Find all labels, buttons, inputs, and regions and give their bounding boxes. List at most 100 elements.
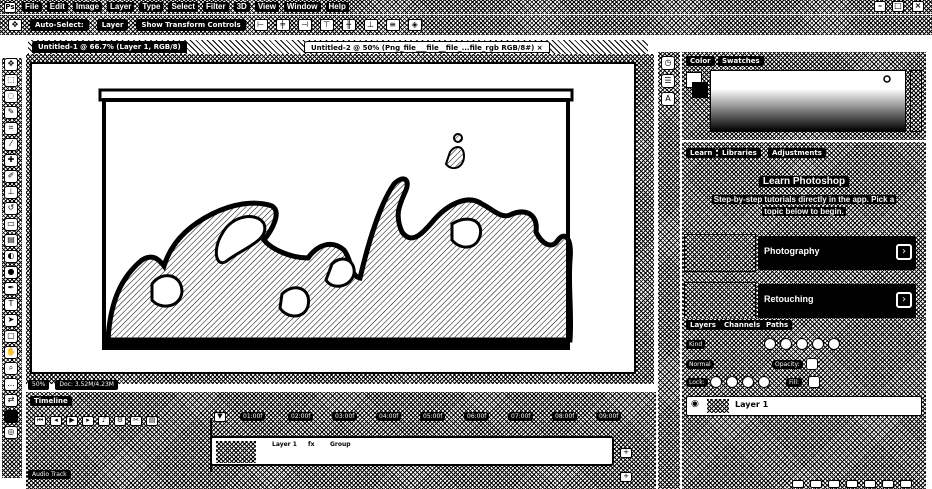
minimize-button[interactable]: – (874, 1, 886, 12)
link-layers-icon[interactable] (792, 480, 804, 488)
hue-slider[interactable] (910, 70, 922, 132)
eyedropper-tool-icon[interactable]: ⁄ (4, 138, 18, 151)
tab-swatches[interactable]: Swatches (718, 56, 764, 66)
filter-smart-object-icon[interactable] (828, 338, 840, 350)
blur-tool-icon[interactable]: ◐ (4, 250, 18, 263)
photography-button[interactable]: Photography › (758, 236, 916, 270)
background-color-swatch[interactable] (692, 82, 708, 98)
lock-pixels-icon[interactable] (726, 376, 738, 388)
path-selection-tool-icon[interactable]: ➤ (4, 314, 18, 327)
layer-name[interactable]: Layer 1 (735, 400, 768, 409)
maximize-button[interactable]: □ (892, 1, 904, 12)
history-brush-tool-icon[interactable]: ↺ (4, 202, 18, 215)
audio-icon[interactable]: ♪ (98, 416, 110, 426)
quick-mask-icon[interactable]: ◎ (4, 426, 18, 439)
align-right-icon[interactable]: ⊣ (297, 19, 312, 31)
brush-tool-icon[interactable]: ✐ (4, 170, 18, 183)
menu-window[interactable]: Window (283, 2, 321, 12)
retouching-button[interactable]: Retouching › (758, 284, 916, 318)
tab-untitled-2[interactable]: Untitled-2 @ 50% (Png_file___file__file_… (304, 41, 550, 53)
clone-stamp-tool-icon[interactable]: ⊥ (4, 186, 18, 199)
eraser-tool-icon[interactable]: ▭ (4, 218, 18, 231)
delete-layer-icon[interactable] (900, 480, 912, 488)
move-tool-icon[interactable]: ✥ (4, 58, 18, 71)
menu-view[interactable]: View (254, 2, 279, 12)
new-group-icon[interactable] (864, 480, 876, 488)
crop-tool-icon[interactable]: ⌗ (4, 122, 18, 135)
audio-track-label[interactable]: Audio Track (28, 470, 71, 479)
next-frame-icon[interactable]: ▸ (82, 416, 94, 426)
tab-learn[interactable]: Learn (686, 148, 717, 158)
tab-libraries[interactable]: Libraries (718, 148, 761, 158)
menu-select[interactable]: Select (168, 2, 199, 12)
new-layer-icon[interactable] (882, 480, 894, 488)
filter-shape-icon[interactable] (812, 338, 824, 350)
menu-3d[interactable]: 3D (233, 2, 250, 12)
filter-type-icon[interactable] (796, 338, 808, 350)
tab-adjustments[interactable]: Adjustments (768, 148, 826, 158)
hand-tool-icon[interactable]: ✋ (4, 346, 18, 359)
history-panel-icon[interactable]: ◷ (661, 56, 675, 70)
type-tool-icon[interactable]: T (4, 298, 18, 311)
menu-help[interactable]: Help (325, 2, 349, 12)
play-icon[interactable]: ▶ (66, 416, 78, 426)
split-icon[interactable]: ✂ (130, 416, 142, 426)
menu-edit[interactable]: Edit (46, 2, 68, 12)
timeline-clip[interactable]: Layer 1 fx Group (210, 436, 614, 466)
transition-icon[interactable]: ▤ (146, 416, 158, 426)
tab-untitled-1[interactable]: Untitled-1 @ 66.7% (Layer 1, RGB/8) (32, 41, 187, 53)
zoom-level[interactable]: 50% (28, 380, 50, 390)
move-tool-icon[interactable]: ✥ (8, 19, 22, 31)
auto-select-target-dropdown[interactable]: Layer (96, 19, 129, 31)
marquee-tool-icon[interactable]: ⬚ (4, 74, 18, 87)
lock-transparent-icon[interactable] (710, 376, 722, 388)
playhead-marker-icon[interactable]: ▼ (214, 412, 226, 422)
timeline-playhead[interactable] (210, 418, 212, 472)
healing-brush-tool-icon[interactable]: ✚ (4, 154, 18, 167)
filter-kind-dropdown[interactable]: Kind (686, 340, 706, 349)
blend-mode-dropdown[interactable]: Normal (686, 360, 714, 369)
add-track-icon[interactable]: + (620, 448, 632, 458)
visibility-eye-icon[interactable]: ◉ (691, 399, 699, 409)
swap-colors-icon[interactable]: ⇄ (4, 394, 18, 407)
3d-mode-icon[interactable]: ◈ (407, 19, 422, 31)
menu-image[interactable]: Image (72, 2, 103, 12)
show-transform-controls-checkbox[interactable]: Show Transform Controls (136, 19, 246, 31)
go-to-first-frame-icon[interactable]: ⏮ (34, 416, 46, 426)
close-button[interactable]: × (912, 1, 924, 12)
more-tools-icon[interactable]: … (4, 378, 18, 391)
tab-channels[interactable]: Channels (720, 320, 765, 330)
distribute-icon[interactable]: ≡ (385, 19, 400, 31)
auto-select-checkbox[interactable]: Auto-Select: (30, 19, 89, 31)
previous-frame-icon[interactable]: ◂ (50, 416, 62, 426)
filter-pixel-icon[interactable] (764, 338, 776, 350)
tab-paths[interactable]: Paths (762, 320, 793, 330)
align-middle-icon[interactable]: ╫ (341, 19, 356, 31)
opacity-input[interactable] (806, 358, 818, 370)
gradient-tool-icon[interactable]: ▤ (4, 234, 18, 247)
tab-color[interactable]: Color (686, 56, 715, 66)
tab-layers[interactable]: Layers (686, 320, 720, 330)
align-center-icon[interactable]: ╪ (275, 19, 290, 31)
align-top-icon[interactable]: ⊤ (319, 19, 334, 31)
timeline-title[interactable]: Timeline (30, 396, 72, 406)
foreground-color-swatch[interactable] (4, 410, 18, 423)
lock-all-icon[interactable] (758, 376, 770, 388)
properties-panel-icon[interactable]: ☰ (661, 74, 675, 88)
menu-file[interactable]: File (22, 2, 42, 12)
menu-layer[interactable]: Layer (107, 2, 135, 12)
zoom-tool-icon[interactable]: ⌕ (4, 362, 18, 375)
color-picker-field[interactable] (710, 70, 906, 132)
filter-adjustment-icon[interactable] (780, 338, 792, 350)
quick-select-tool-icon[interactable]: ✎ (4, 106, 18, 119)
pen-tool-icon[interactable]: ✒ (4, 282, 18, 295)
learn-card-retouching[interactable]: Retouching › (684, 282, 916, 320)
learn-card-photography[interactable]: Photography › (684, 234, 916, 272)
menu-filter[interactable]: Filter (203, 2, 229, 12)
add-audio-icon[interactable]: + (620, 472, 632, 482)
menu-type[interactable]: Type (139, 2, 164, 12)
settings-icon[interactable]: ⚙ (114, 416, 126, 426)
fill-input[interactable] (808, 376, 820, 388)
document-canvas[interactable] (30, 62, 636, 374)
layer-style-icon[interactable] (810, 480, 822, 488)
